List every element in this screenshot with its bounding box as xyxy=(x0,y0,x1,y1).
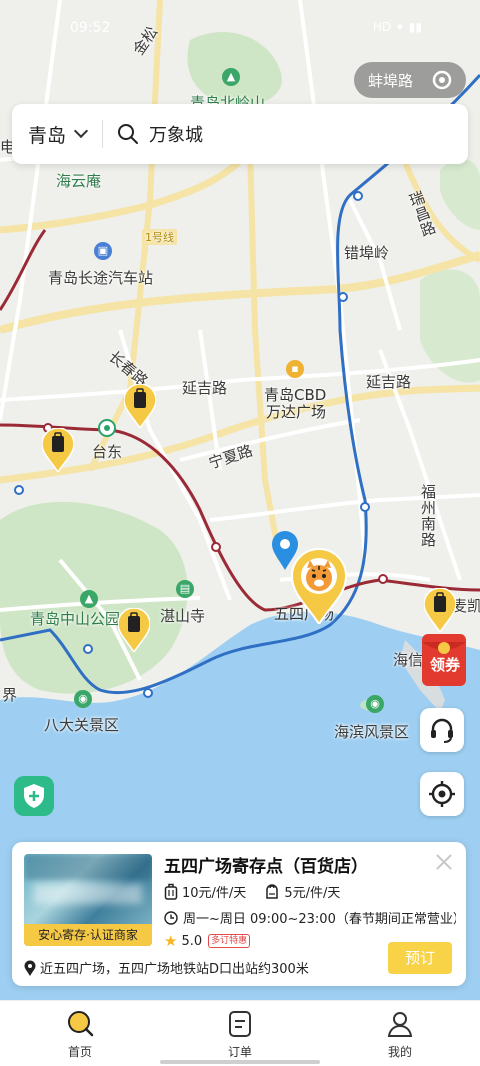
tab-home[interactable]: 首页 xyxy=(40,1009,120,1060)
locate-me-button[interactable] xyxy=(420,772,464,816)
close-card-button[interactable] xyxy=(434,852,454,872)
safety-shield-button[interactable] xyxy=(14,776,54,816)
map-label-line1: 1号线 xyxy=(142,229,177,245)
search-divider xyxy=(102,120,104,148)
price-small: 5元/件/天 xyxy=(284,886,341,901)
clock-icon xyxy=(164,910,178,925)
shield-plus-icon xyxy=(24,784,44,808)
orders-icon xyxy=(229,1011,251,1037)
opening-hours: 周一~周日 09:00~23:00（春节期间正常营业） xyxy=(183,912,456,927)
backpack-icon xyxy=(266,883,279,899)
price-large: 10元/件/天 xyxy=(182,886,247,901)
search-bar: 青岛 xyxy=(12,104,468,164)
luggage-store-marker[interactable] xyxy=(118,608,150,652)
chevron-down-icon xyxy=(73,123,89,139)
home-indicator xyxy=(160,1060,320,1064)
star-icon: ★ xyxy=(164,932,178,950)
map-label-haixin: 海信 xyxy=(393,651,424,669)
address-row: 近五四广场，五四广场地铁站D口出站约300米 xyxy=(24,958,309,977)
book-button[interactable]: 预订 xyxy=(388,942,452,974)
map-label-fuzhou-south: 福州南路 xyxy=(419,484,437,548)
discount-tag: 多订特惠 xyxy=(208,934,251,948)
park-icon: ▲ xyxy=(80,590,98,608)
map-label-wanda: 万达广场 xyxy=(266,403,327,421)
tab-orders[interactable]: 订单 xyxy=(200,1009,280,1060)
home-search-icon xyxy=(68,1011,94,1037)
coupon-button[interactable]: 领券 xyxy=(420,628,470,688)
tab-orders-label: 订单 xyxy=(227,1045,252,1059)
price-small-item: 5元/件/天 xyxy=(264,882,340,901)
search-input[interactable] xyxy=(149,123,468,145)
search-icon xyxy=(118,124,139,144)
city-name: 青岛 xyxy=(28,124,67,147)
map-label-cuofuling: 错埠岭 xyxy=(344,244,390,262)
tab-profile-label: 我的 xyxy=(387,1045,412,1059)
map-label-yanji-east: 延吉路 xyxy=(366,373,412,391)
rating-row: ★ 5.0 多订特惠 xyxy=(164,932,251,950)
crosshair-icon xyxy=(429,781,455,807)
hours-row: 周一~周日 09:00~23:00（春节期间正常营业） xyxy=(164,908,456,927)
bus-icon: ▣ xyxy=(94,242,112,260)
merchant-badge: 安心寄存·认证商家 xyxy=(24,924,152,946)
map-label-taidong: 台东 xyxy=(92,443,123,461)
scenic-icon: ◉ xyxy=(74,690,92,708)
map-label-jie: 界 xyxy=(2,686,18,704)
map-label-haiyunan: 海云庵 xyxy=(56,172,102,190)
map-label-zhongshan-park: 青岛中山公园 xyxy=(30,610,121,628)
city-selector[interactable]: 青岛 xyxy=(12,104,89,164)
luggage-store-marker[interactable] xyxy=(124,384,156,428)
store-address: 近五四广场，五四广场地铁站D口出站约300米 xyxy=(40,962,309,977)
map-label-badaguan: 八大关景区 xyxy=(44,716,120,734)
rating-value: 5.0 xyxy=(181,933,203,949)
map-label-zhanshan: 湛山寺 xyxy=(160,607,206,625)
map-label-maikai: 麦凯 xyxy=(452,597,480,615)
location-chip[interactable]: 蚌埠路 xyxy=(354,62,466,98)
location-pin-icon xyxy=(24,960,36,976)
store-photo[interactable]: 安心寄存·认证商家 xyxy=(24,854,152,946)
luggage-store-marker[interactable] xyxy=(424,588,456,632)
selected-store-marker[interactable] xyxy=(290,548,348,624)
bottom-tab-bar: 首页 订单 我的 xyxy=(0,1000,480,1066)
shopping-icon: ▪ xyxy=(286,360,304,378)
store-info-card[interactable]: 安心寄存·认证商家 五四广场寄存点（百货店） 10元/件/天 5元/件/天 周一… xyxy=(12,842,466,986)
luggage-store-marker[interactable] xyxy=(42,428,74,472)
location-chip-label: 蚌埠路 xyxy=(368,72,414,90)
customer-service-button[interactable] xyxy=(420,708,464,752)
tab-home-label: 首页 xyxy=(67,1045,92,1059)
photo-blur-overlay xyxy=(24,854,152,880)
tab-profile[interactable]: 我的 xyxy=(360,1009,440,1060)
user-icon xyxy=(387,1012,413,1037)
park-icon: ▲ xyxy=(222,68,240,86)
headset-icon xyxy=(431,718,453,743)
suitcase-icon xyxy=(164,883,178,900)
scenic-icon: ◉ xyxy=(366,695,384,713)
map-label-yanji-west: 延吉路 xyxy=(182,379,228,397)
locate-ring-icon xyxy=(432,70,452,90)
map-label-bus-station: 青岛长途汽车站 xyxy=(48,269,154,287)
price-large-item: 10元/件/天 xyxy=(164,882,246,901)
map-label-haibin: 海滨风景区 xyxy=(334,723,410,741)
store-name: 五四广场寄存点（百货店） xyxy=(164,857,368,877)
price-row: 10元/件/天 5元/件/天 xyxy=(164,882,358,901)
photo-blur-overlay xyxy=(34,884,142,904)
coupon-label: 领券 xyxy=(429,656,460,674)
temple-icon: ▤ xyxy=(176,580,194,598)
